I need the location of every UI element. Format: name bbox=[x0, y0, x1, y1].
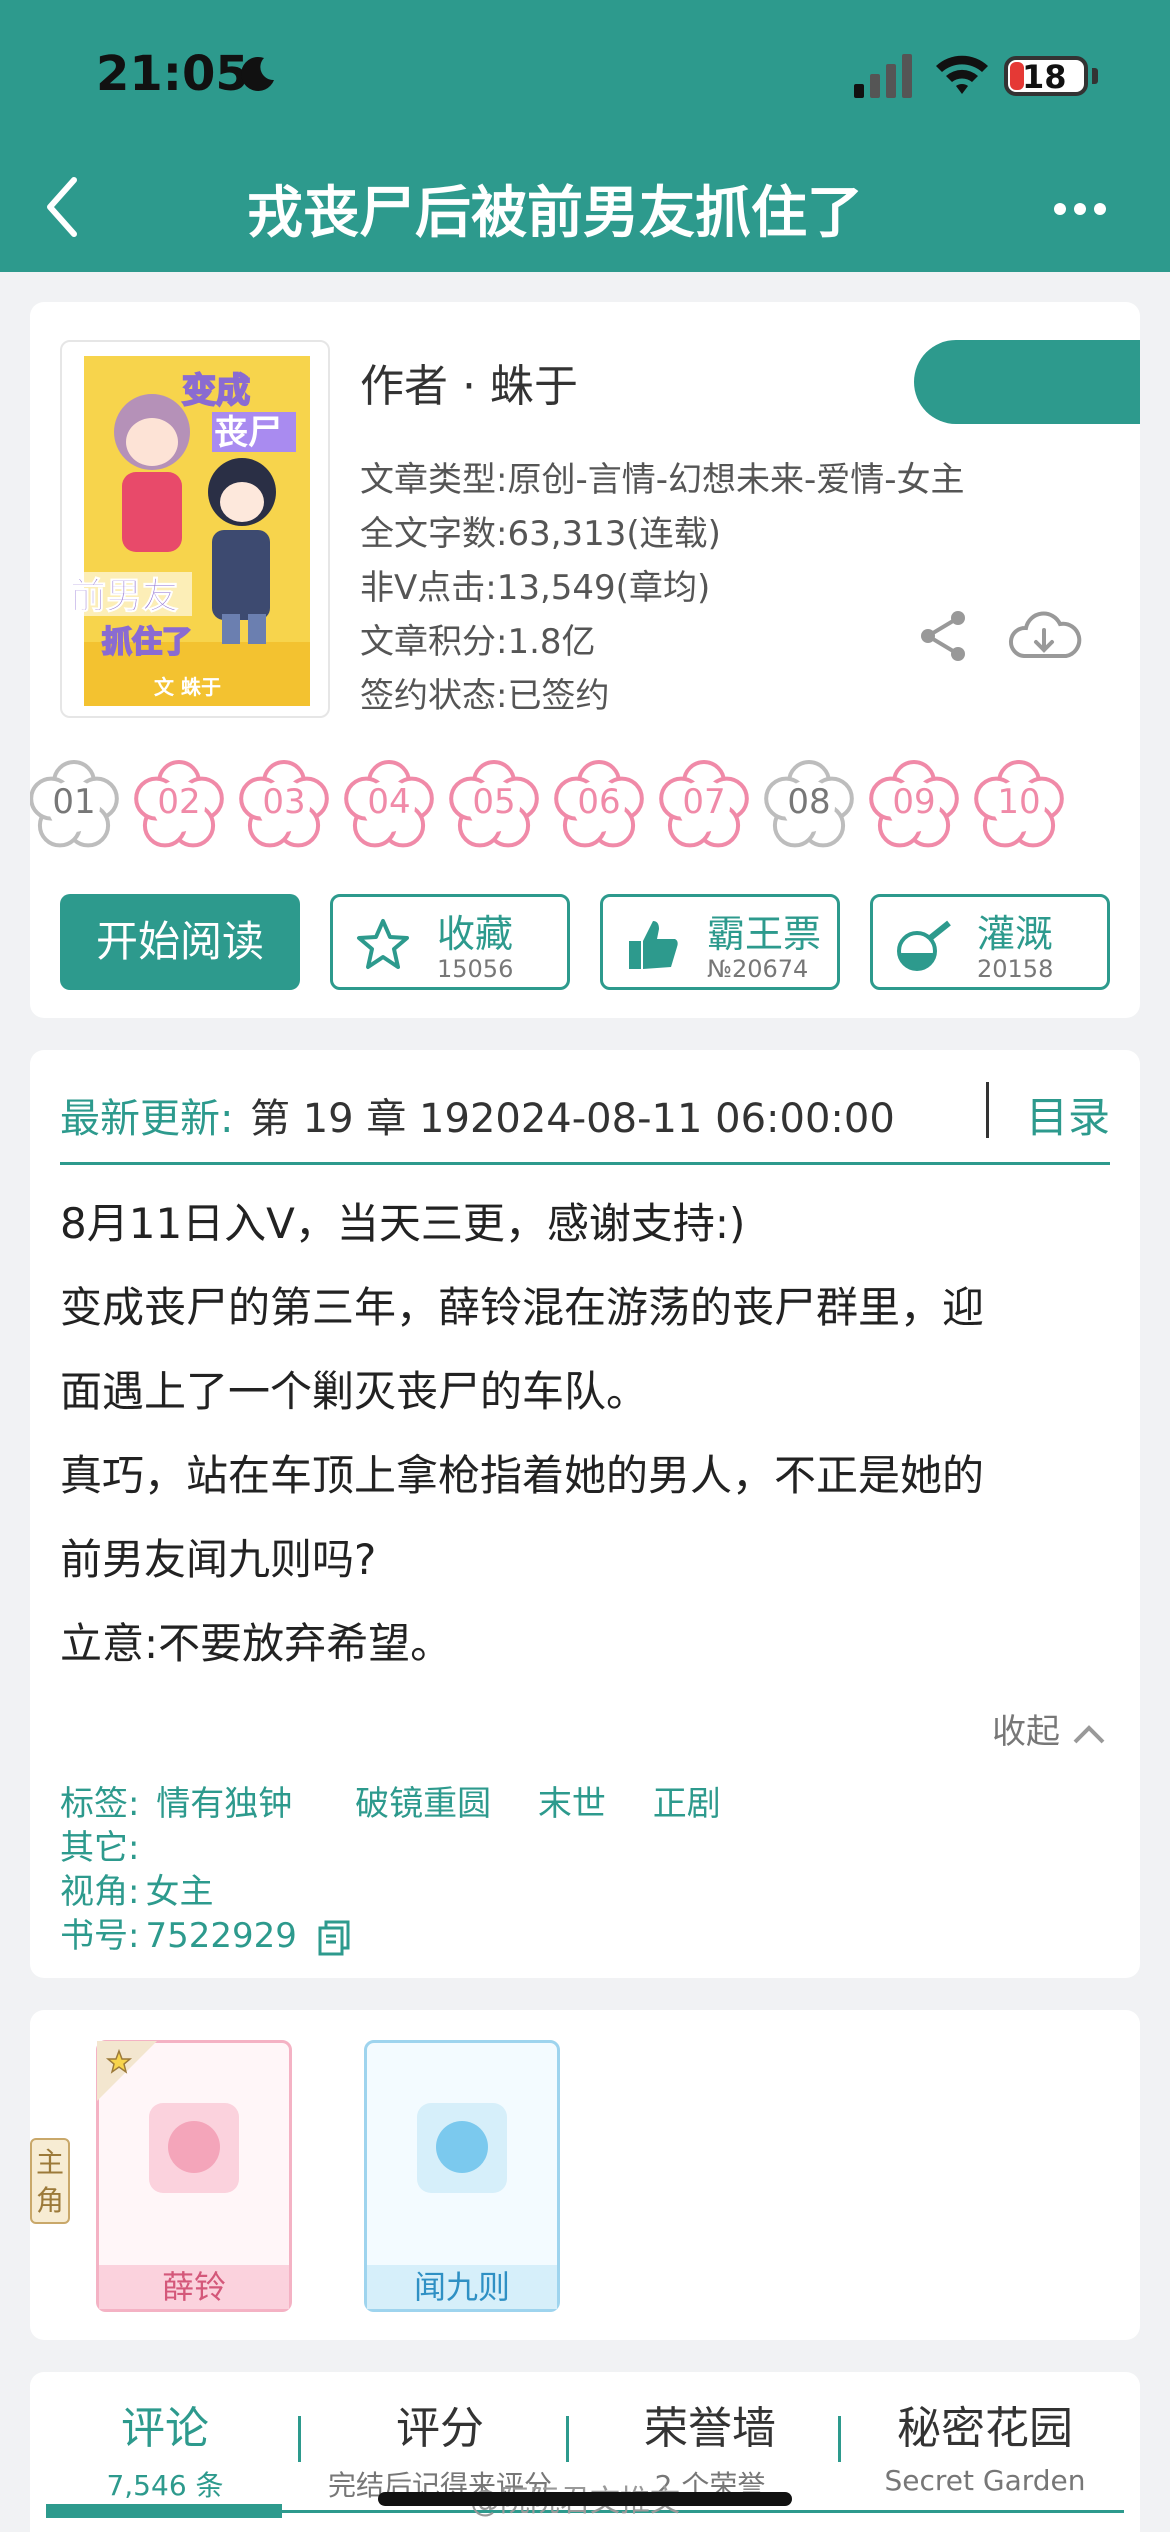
tags-row: 标签: 情有独钟 破镜重圆 末世 正剧 bbox=[60, 1784, 721, 1824]
chapter-flower[interactable]: 10 bbox=[971, 756, 1067, 852]
chapter-number: 07 bbox=[682, 782, 726, 822]
desc-line: 8月11日入V，当天三更，感谢支持:) bbox=[60, 1199, 746, 1248]
chapter-flower[interactable]: 06 bbox=[551, 756, 647, 852]
chapter-flower[interactable]: 03 bbox=[236, 756, 332, 852]
vote-ticket-button[interactable]: 霸王票 №20674 bbox=[600, 894, 840, 990]
chapter-number: 10 bbox=[997, 782, 1041, 822]
copy-icon[interactable] bbox=[318, 1920, 352, 1956]
role-card[interactable]: 闻九则 bbox=[364, 2040, 560, 2312]
pov-row: 视角: 女主 bbox=[60, 1872, 214, 1912]
star-icon bbox=[357, 919, 409, 969]
protagonist-label: 主角 bbox=[30, 2138, 70, 2224]
tag[interactable]: 正剧 bbox=[653, 1784, 721, 1824]
chapter-number: 06 bbox=[577, 782, 621, 822]
svg-text:前男友: 前男友 bbox=[70, 576, 178, 617]
desc-line: 面遇上了一个剿灭丧尸的车队。 bbox=[60, 1367, 649, 1416]
description-card: 最新更新: 第 19 章 192024-08-11 06:00:00 目录 8月… bbox=[30, 1050, 1140, 1978]
flask-icon bbox=[897, 920, 951, 971]
desc-line: 立意:不要放弃希望。 bbox=[60, 1619, 453, 1668]
collapse-button[interactable]: 收起 bbox=[992, 1704, 1107, 1753]
latest-update-label: 最新更新: bbox=[60, 1096, 234, 1142]
top-bar: 21:05 18 戎丧尸后被前男友抓住了 bbox=[0, 0, 1170, 272]
cover-illustration: 变成 丧尸 前男友 抓住了 文 蛛于 bbox=[68, 356, 310, 706]
meta-word-count: 全文字数:63,313(连载) bbox=[360, 514, 721, 554]
avatar bbox=[149, 2103, 239, 2193]
tag[interactable]: 末世 bbox=[538, 1784, 606, 1824]
share-icon[interactable] bbox=[916, 608, 972, 664]
roles-card: 主角 薛铃 闻九则 bbox=[30, 2010, 1140, 2340]
svg-text:变成: 变成 bbox=[182, 371, 250, 411]
chapter-flower[interactable]: 04 bbox=[341, 756, 437, 852]
svg-text:丧尸: 丧尸 bbox=[214, 413, 282, 453]
role-name: 闻九则 bbox=[367, 2265, 557, 2309]
avatar bbox=[417, 2103, 507, 2193]
tab-indicator bbox=[46, 2504, 282, 2518]
status-time: 21:05 bbox=[96, 46, 249, 102]
latest-update-value[interactable]: 第 19 章 192024-08-11 06:00:00 bbox=[250, 1086, 895, 1144]
chapter-flower[interactable]: 08 bbox=[761, 756, 857, 852]
other-row: 其它: bbox=[60, 1828, 140, 1868]
start-reading-button[interactable]: 开始阅读 bbox=[60, 894, 300, 990]
chapter-number: 03 bbox=[262, 782, 306, 822]
toc-link[interactable]: 目录 bbox=[1026, 1084, 1110, 1145]
divider bbox=[60, 1162, 1110, 1165]
tag[interactable]: 情有独钟 bbox=[156, 1784, 292, 1824]
meta-sign-status: 签约状态:已签约 bbox=[360, 676, 610, 716]
author-name[interactable]: 作者 · 蛛于 bbox=[360, 350, 578, 414]
chapter-flower[interactable]: 01 bbox=[30, 756, 122, 852]
battery-indicator: 18 bbox=[1004, 56, 1088, 96]
chapter-number: 02 bbox=[157, 782, 201, 822]
book-cover[interactable]: 变成 丧尸 前男友 抓住了 文 蛛于 bbox=[60, 340, 330, 718]
meta-score: 文章积分:1.8亿 bbox=[360, 622, 596, 662]
back-arrow-icon[interactable] bbox=[40, 172, 90, 242]
chevron-up-icon bbox=[1073, 1724, 1105, 1743]
book-info-card: 变成 丧尸 前男友 抓住了 文 蛛于 作者 · 蛛于 文章类型:原创-言情-幻想… bbox=[30, 302, 1140, 1018]
collect-button[interactable]: 收藏 15056 bbox=[330, 894, 570, 990]
chapter-flower[interactable]: 05 bbox=[446, 756, 542, 852]
thumbs-up-icon bbox=[629, 921, 678, 969]
page-title: 戎丧尸后被前男友抓住了 bbox=[247, 181, 863, 246]
chapter-strip[interactable]: 01 02 03 04 05 06 07 08 09 10 bbox=[30, 756, 1110, 864]
signal-icon bbox=[854, 54, 912, 98]
home-indicator bbox=[378, 2492, 792, 2506]
chapter-flower[interactable]: 02 bbox=[131, 756, 227, 852]
meta-clicks: 非V点击:13,549(章均) bbox=[360, 568, 711, 608]
desc-line: 前男友闻九则吗? bbox=[60, 1535, 377, 1584]
tag[interactable]: 破镜重圆 bbox=[355, 1784, 491, 1824]
desc-line: 真巧，站在车顶上拿枪指着她的男人，不正是她的 bbox=[60, 1451, 985, 1500]
chapter-number: 05 bbox=[472, 782, 516, 822]
moon-icon bbox=[241, 56, 274, 91]
star-icon bbox=[97, 2041, 157, 2101]
chapter-flower[interactable]: 07 bbox=[656, 756, 752, 852]
desc-line: 变成丧尸的第三年，薛铃混在游荡的丧尸群里，迎 bbox=[60, 1283, 985, 1332]
meta-genre: 文章类型:原创-言情-幻想未来-爱情-女主 bbox=[360, 460, 965, 500]
download-cloud-icon[interactable] bbox=[1006, 608, 1082, 664]
tab-secret-garden[interactable]: 秘密花园 Secret Garden bbox=[850, 2392, 1120, 2497]
wifi-icon bbox=[936, 55, 988, 94]
role-name: 薛铃 bbox=[99, 2265, 289, 2309]
chapter-flower[interactable]: 09 bbox=[866, 756, 962, 852]
book-id-row: 书号: 7522929 bbox=[60, 1908, 352, 1957]
follow-pill-button[interactable] bbox=[914, 340, 1140, 424]
tab-comments[interactable]: 评论 7,546 条 bbox=[70, 2392, 260, 2504]
water-button[interactable]: 灌溉 20158 bbox=[870, 894, 1110, 990]
chapter-number: 08 bbox=[787, 782, 831, 822]
svg-text:抓住了: 抓住了 bbox=[102, 625, 192, 660]
more-icon[interactable] bbox=[1054, 200, 1114, 219]
chapter-number: 04 bbox=[367, 782, 411, 822]
role-card[interactable]: 薛铃 bbox=[96, 2040, 292, 2312]
chapter-number: 09 bbox=[892, 782, 936, 822]
svg-text:文 蛛于: 文 蛛于 bbox=[154, 675, 221, 699]
chapter-number: 01 bbox=[52, 782, 96, 822]
